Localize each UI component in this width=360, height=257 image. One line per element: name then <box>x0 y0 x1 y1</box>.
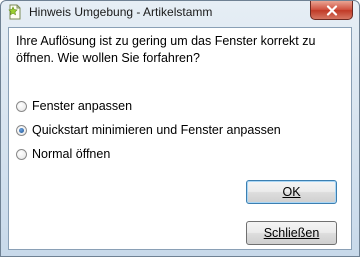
message-text: Ihre Auflösung ist zu gering um das Fens… <box>16 33 346 67</box>
close-icon <box>326 4 337 16</box>
option-label[interactable]: Fenster anpassen <box>32 99 132 113</box>
radio-button[interactable] <box>16 100 27 112</box>
option-label[interactable]: Quickstart minimieren und Fenster anpass… <box>32 123 281 137</box>
option-label[interactable]: Normal öffnen <box>32 147 110 161</box>
close-dialog-button[interactable]: Schließen <box>246 221 337 245</box>
close-dialog-button-label: Schließen <box>263 226 320 240</box>
option-quickstart-minimieren[interactable]: Quickstart minimieren und Fenster anpass… <box>16 122 281 138</box>
window-title: Hinweis Umgebung - Artikelstamm <box>29 5 213 19</box>
radio-button[interactable] <box>16 148 27 160</box>
ok-button[interactable]: OK <box>246 180 337 204</box>
title-bar[interactable]: Hinweis Umgebung - Artikelstamm <box>1 1 359 25</box>
document-star-icon <box>7 4 23 20</box>
dialog-window: Hinweis Umgebung - Artikelstamm Ihre Auf… <box>0 0 360 257</box>
dialog-content: Ihre Auflösung ist zu gering um das Fens… <box>8 27 352 250</box>
option-fenster-anpassen[interactable]: Fenster anpassen <box>16 98 132 114</box>
close-button[interactable] <box>310 1 353 20</box>
message-line-2: öffnen. Wie wollen Sie forfahren? <box>16 51 200 65</box>
option-normal-oeffnen[interactable]: Normal öffnen <box>16 146 110 162</box>
radio-button-selected[interactable] <box>16 124 27 136</box>
message-line-1: Ihre Auflösung ist zu gering um das Fens… <box>16 34 316 48</box>
ok-button-label: OK <box>282 185 301 199</box>
